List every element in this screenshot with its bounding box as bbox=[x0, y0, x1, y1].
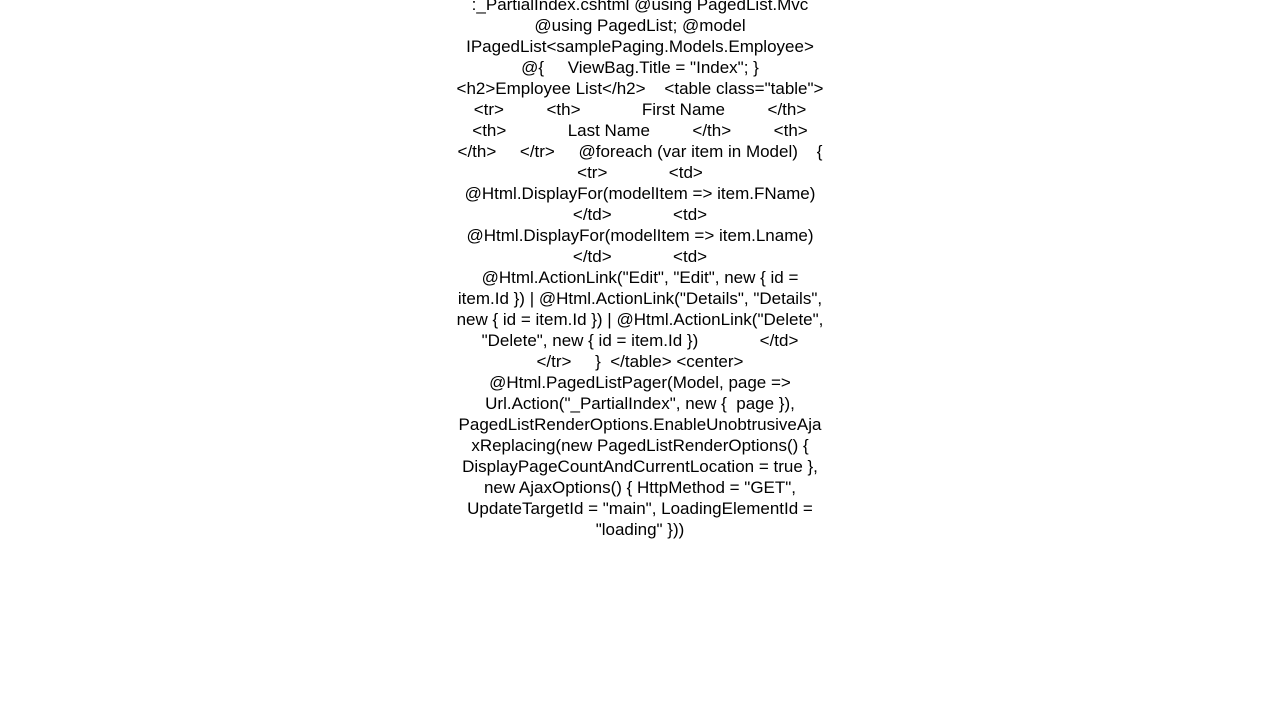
razor-code-text-block: :_PartialIndex.cshtml @using PagedList.M… bbox=[456, 0, 877, 539]
page-root: :_PartialIndex.cshtml @using PagedList.M… bbox=[0, 0, 1280, 720]
